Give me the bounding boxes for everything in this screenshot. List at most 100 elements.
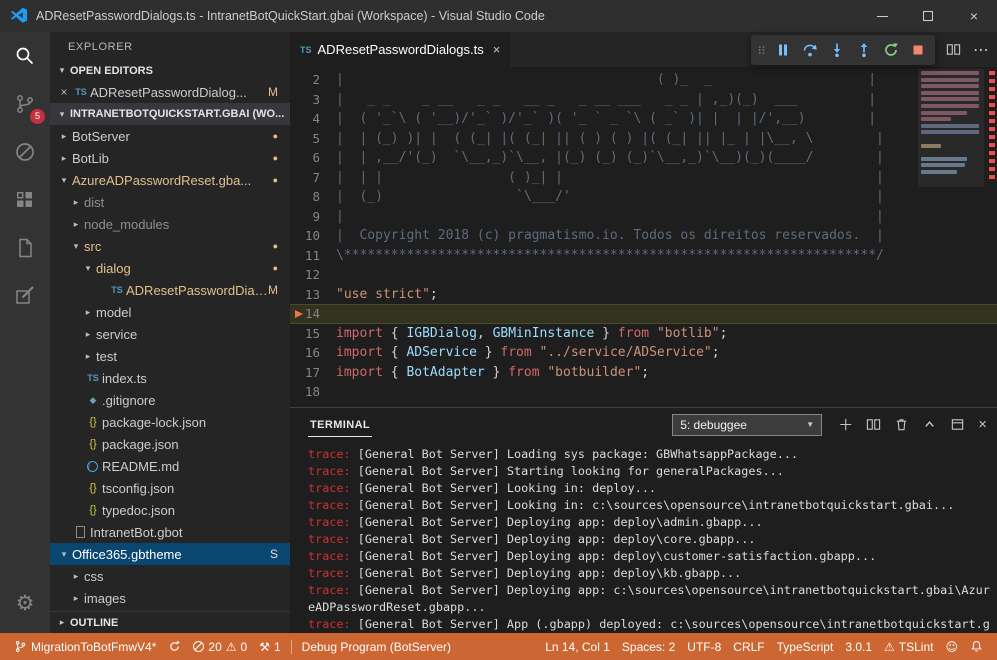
maximize-button[interactable] bbox=[905, 0, 951, 32]
notifications-status[interactable] bbox=[964, 633, 989, 660]
feedback-status[interactable]: ☺ bbox=[939, 633, 964, 660]
outline-header[interactable]: ▸ OUTLINE bbox=[50, 611, 290, 633]
pause-button[interactable] bbox=[769, 37, 796, 64]
tree-item[interactable]: ▸BotLib● bbox=[50, 147, 290, 169]
split-editor-icon[interactable] bbox=[946, 42, 961, 57]
open-editors-header[interactable]: ▾ OPEN EDITORS bbox=[50, 60, 290, 81]
tree-item[interactable]: ▸css bbox=[50, 565, 290, 587]
tree-item[interactable]: {}tsconfig.json bbox=[50, 477, 290, 499]
open-editor-item[interactable]: × TS ADResetPasswordDialog... M bbox=[50, 81, 290, 103]
restart-icon bbox=[883, 42, 899, 58]
step-over-button[interactable] bbox=[796, 37, 823, 64]
eol-status[interactable]: CRLF bbox=[727, 633, 770, 660]
tree-item[interactable]: TSADResetPasswordDial...M bbox=[50, 279, 290, 301]
sync-status[interactable] bbox=[162, 633, 187, 660]
step-into-button[interactable] bbox=[823, 37, 850, 64]
debug-session-status[interactable]: Debug Program (BotServer) bbox=[296, 633, 457, 660]
tree-item[interactable]: ◆.gitignore bbox=[50, 389, 290, 411]
pause-icon bbox=[775, 42, 791, 58]
tree-item[interactable]: ▸BotServer● bbox=[50, 125, 290, 147]
terminal-tab[interactable]: TERMINAL bbox=[308, 413, 372, 437]
ts-version-status[interactable]: 3.0.1 bbox=[839, 633, 878, 660]
new-terminal-button[interactable]: ＋ bbox=[838, 414, 853, 435]
tasks-status[interactable]: ⚒ 1 bbox=[253, 633, 286, 660]
close-icon[interactable]: × bbox=[493, 42, 501, 57]
tree-item[interactable]: ▸test bbox=[50, 345, 290, 367]
close-panel-button[interactable]: × bbox=[978, 416, 987, 433]
tree-item[interactable]: {}typedoc.json bbox=[50, 499, 290, 521]
explorer-sidebar: EXPLORER ▾ OPEN EDITORS × TS ADResetPass… bbox=[50, 32, 290, 633]
tree-item[interactable]: ▸images bbox=[50, 587, 290, 609]
minimize-button[interactable] bbox=[859, 0, 905, 32]
split-terminal-button[interactable] bbox=[866, 417, 881, 432]
tree-item[interactable]: {}package.json bbox=[50, 433, 290, 455]
tree-item-label: package.json bbox=[102, 437, 179, 452]
cursor-position-status[interactable]: Ln 14, Col 1 bbox=[539, 633, 616, 660]
tree-item[interactable]: TSindex.ts bbox=[50, 367, 290, 389]
chevron-right-icon: ▸ bbox=[80, 307, 96, 318]
error-mark bbox=[989, 167, 995, 171]
minimap-slider[interactable] bbox=[918, 69, 984, 187]
linter-label: TSLint bbox=[899, 640, 934, 654]
encoding-status[interactable]: UTF-8 bbox=[681, 633, 727, 660]
tree-item-label: tsconfig.json bbox=[102, 481, 174, 496]
source-control-activity-button[interactable]: 5 bbox=[0, 80, 50, 128]
tree-item[interactable]: iREADME.md bbox=[50, 455, 290, 477]
stop-button[interactable] bbox=[904, 37, 931, 64]
branch-icon bbox=[14, 640, 27, 653]
ts-file-icon: TS bbox=[108, 285, 126, 295]
code-editor[interactable]: 2| ( )_ _ |3| _ _ _ __ _ _ __ _ _ __ ___… bbox=[290, 67, 997, 407]
terminal-selector[interactable]: 5: debuggee ▼ bbox=[672, 414, 822, 436]
search-activity-button[interactable] bbox=[0, 32, 50, 80]
kill-terminal-button[interactable] bbox=[894, 417, 909, 432]
chevron-down-icon: ▾ bbox=[80, 263, 96, 274]
grip-icon[interactable] bbox=[755, 42, 769, 58]
problems-status[interactable]: 20 ⚠ 0 bbox=[187, 633, 253, 660]
tree-item[interactable]: ▸dist bbox=[50, 191, 290, 213]
tree-item[interactable]: {}package-lock.json bbox=[50, 411, 290, 433]
restart-button[interactable] bbox=[877, 37, 904, 64]
extensions-activity-button[interactable] bbox=[0, 176, 50, 224]
ts-file-icon: TS bbox=[72, 87, 90, 97]
branch-label: MigrationToBotFmwV4* bbox=[31, 640, 156, 654]
edit-activity-button[interactable] bbox=[0, 272, 50, 320]
tree-item[interactable]: ▾dialog● bbox=[50, 257, 290, 279]
tree-item[interactable]: IntranetBot.gbot bbox=[50, 521, 290, 543]
settings-gear-button[interactable]: ⚙ bbox=[0, 579, 50, 627]
minimap[interactable] bbox=[921, 71, 981, 183]
terminal-output[interactable]: trace: [General Bot Server] Loading sys … bbox=[290, 441, 997, 633]
language-status[interactable]: TypeScript bbox=[771, 633, 840, 660]
eol-label: CRLF bbox=[733, 640, 764, 654]
tree-item[interactable]: ▾src● bbox=[50, 235, 290, 257]
git-status-badge: S bbox=[270, 547, 278, 561]
code-text: | ( )_ _ | bbox=[336, 72, 876, 87]
maximize-panel-icon bbox=[950, 417, 965, 432]
debug-activity-button[interactable] bbox=[0, 128, 50, 176]
workspace-header[interactable]: ▾ INTRANETBOTQUICKSTART.GBAI (WO... bbox=[50, 103, 290, 125]
more-actions-icon[interactable]: ⋯ bbox=[973, 40, 989, 60]
chevron-down-icon: ▾ bbox=[56, 175, 72, 186]
code-line: 15import { IGBDialog, GBMinInstance } fr… bbox=[290, 324, 997, 344]
step-out-button[interactable] bbox=[850, 37, 877, 64]
tree-item[interactable]: ▸service bbox=[50, 323, 290, 345]
code-line: 6| | ,__/'(_) `\__,_)`\__, |(_) (_) (_)`… bbox=[290, 148, 997, 168]
window-title: ADResetPasswordDialogs.ts - IntranetBotQ… bbox=[36, 9, 545, 23]
line-number: 7 bbox=[290, 170, 336, 185]
panel-collapse-button[interactable] bbox=[922, 417, 937, 432]
editor-actions: ⋯ bbox=[946, 32, 989, 67]
tree-item[interactable]: ▾Office365.gbthemeS bbox=[50, 543, 290, 565]
linter-status[interactable]: ⚠ TSLint bbox=[878, 633, 939, 660]
files-activity-button[interactable] bbox=[0, 224, 50, 272]
terminal-line: trace: [General Bot Server] Deploying ap… bbox=[308, 565, 993, 582]
tree-item[interactable]: ▸model bbox=[50, 301, 290, 323]
ts-version-label: 3.0.1 bbox=[845, 640, 872, 654]
editor-tab[interactable]: TS ADResetPasswordDialogs.ts × bbox=[290, 32, 510, 67]
line-number: 17 bbox=[290, 365, 336, 380]
panel-maximize-button[interactable] bbox=[950, 417, 965, 432]
git-branch-status[interactable]: MigrationToBotFmwV4* bbox=[8, 633, 162, 660]
close-icon[interactable]: × bbox=[56, 85, 72, 99]
close-button[interactable]: × bbox=[951, 0, 997, 32]
indentation-status[interactable]: Spaces: 2 bbox=[616, 633, 681, 660]
tree-item[interactable]: ▾AzureADPasswordReset.gba...● bbox=[50, 169, 290, 191]
tree-item[interactable]: ▸node_modules bbox=[50, 213, 290, 235]
